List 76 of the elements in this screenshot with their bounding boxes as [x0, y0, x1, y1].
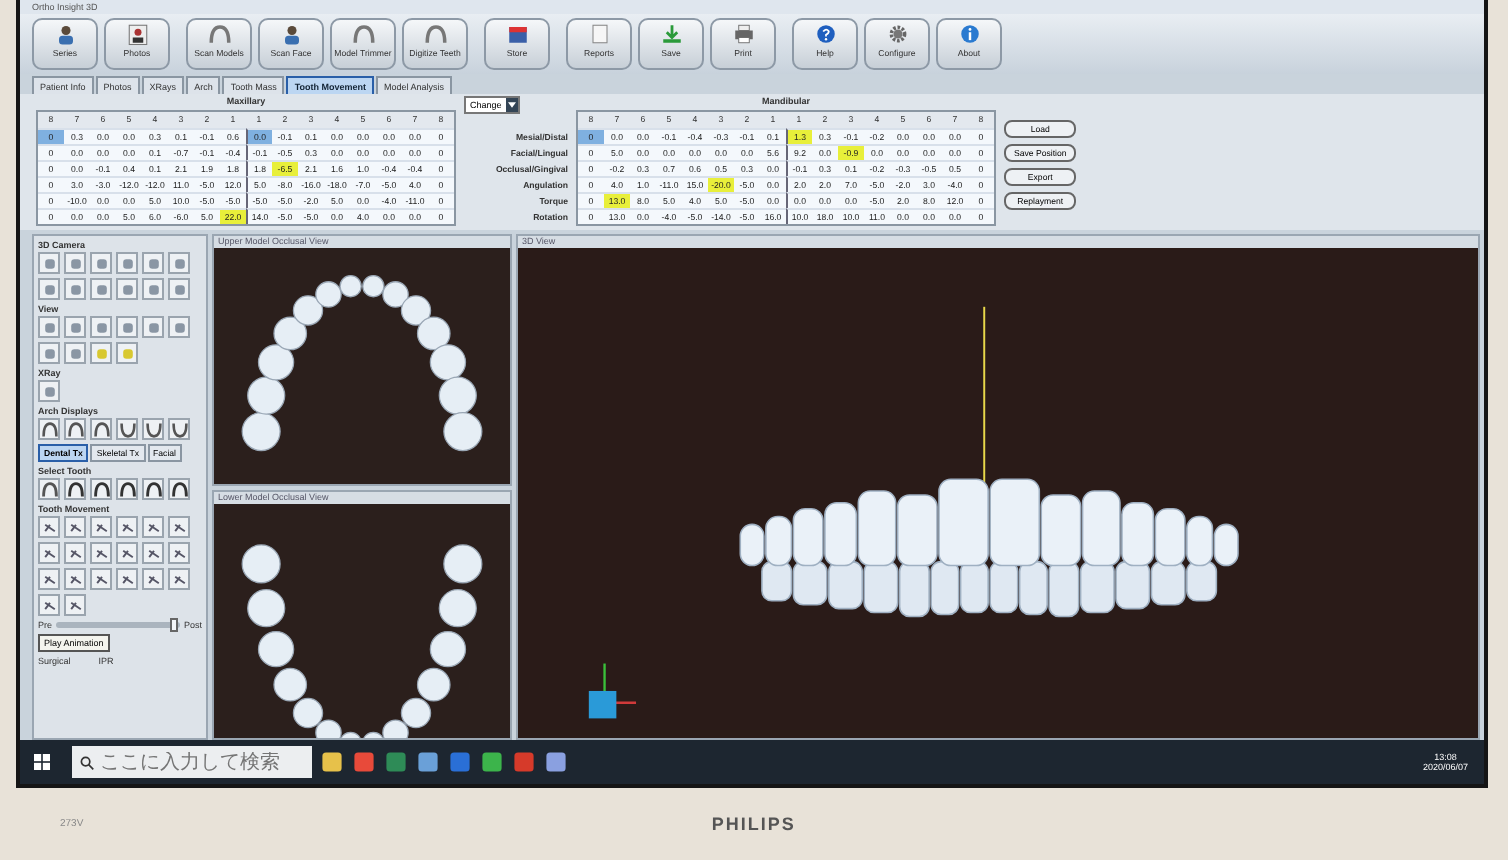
tool-button[interactable] — [64, 516, 86, 538]
brand-logo: PHILIPS — [711, 814, 796, 834]
tool-button[interactable] — [38, 542, 60, 564]
tool-button[interactable] — [64, 594, 86, 616]
tool-button[interactable] — [90, 542, 112, 564]
tool-icon — [145, 519, 161, 535]
tool-button[interactable] — [38, 568, 60, 590]
tool-icon — [41, 571, 57, 587]
tool-button[interactable] — [168, 516, 190, 538]
tool-icon — [93, 571, 109, 587]
tool-button[interactable] — [64, 542, 86, 564]
app-icon[interactable] — [416, 750, 440, 774]
printer-icon — [729, 22, 757, 46]
tool-icon — [145, 571, 161, 587]
tool-button[interactable] — [90, 418, 112, 440]
tool-button[interactable] — [142, 542, 164, 564]
tool-button[interactable] — [64, 478, 86, 500]
tool-button[interactable] — [90, 568, 112, 590]
search-field[interactable]: ここに入力して検索 — [72, 746, 312, 778]
tool-button[interactable] — [90, 516, 112, 538]
tool-icon — [145, 545, 161, 561]
tool-icon — [41, 545, 57, 561]
tool-button[interactable] — [168, 542, 190, 564]
tool-icon — [93, 545, 109, 561]
tool-button[interactable] — [64, 418, 86, 440]
tool-icon — [41, 597, 57, 613]
tool-button[interactable] — [168, 478, 190, 500]
app-icon[interactable] — [544, 750, 568, 774]
arch-icon — [205, 22, 233, 46]
tool-button[interactable] — [116, 516, 138, 538]
tool-icon — [67, 571, 83, 587]
tool-icon — [119, 519, 135, 535]
caret-icon — [507, 102, 516, 108]
tool-button[interactable] — [116, 418, 138, 440]
tool-icon — [171, 519, 187, 535]
tool-button[interactable] — [116, 568, 138, 590]
tool-icon — [119, 571, 135, 587]
tool-button[interactable] — [90, 478, 112, 500]
tool-button[interactable] — [38, 478, 60, 500]
axis-icon — [588, 663, 637, 719]
tool-button[interactable] — [116, 542, 138, 564]
animation-slider[interactable] — [56, 622, 180, 628]
tool-button[interactable] — [38, 516, 60, 538]
search-icon — [80, 755, 94, 769]
info-icon — [955, 22, 983, 46]
windows-icon — [34, 754, 50, 770]
tool-icon — [93, 519, 109, 535]
download-icon — [657, 22, 685, 46]
help-icon — [811, 22, 839, 46]
store-icon — [503, 22, 531, 46]
app-icon[interactable] — [384, 750, 408, 774]
tool-button[interactable] — [116, 478, 138, 500]
portrait-icon — [123, 22, 151, 46]
tool-icon — [67, 597, 83, 613]
tool-button[interactable] — [142, 568, 164, 590]
tool-button[interactable] — [142, 478, 164, 500]
tool-button[interactable] — [38, 594, 60, 616]
app-icon[interactable] — [480, 750, 504, 774]
tool-icon — [41, 383, 57, 399]
tool-button[interactable] — [142, 418, 164, 440]
app-icon[interactable] — [352, 750, 376, 774]
tool-button[interactable] — [64, 568, 86, 590]
arch-icon — [421, 22, 449, 46]
tool-icon — [171, 545, 187, 561]
tool-icon — [171, 571, 187, 587]
tool-icon — [67, 545, 83, 561]
slider-thumb[interactable] — [169, 618, 178, 632]
app-icon[interactable] — [320, 750, 344, 774]
tool-button[interactable] — [38, 418, 60, 440]
tool-icon — [67, 519, 83, 535]
arch-icon — [349, 22, 377, 46]
tool-button[interactable] — [168, 568, 190, 590]
tool-button[interactable] — [168, 418, 190, 440]
tool-icon — [119, 545, 135, 561]
tool-icon — [41, 519, 57, 535]
tool-button[interactable] — [142, 516, 164, 538]
